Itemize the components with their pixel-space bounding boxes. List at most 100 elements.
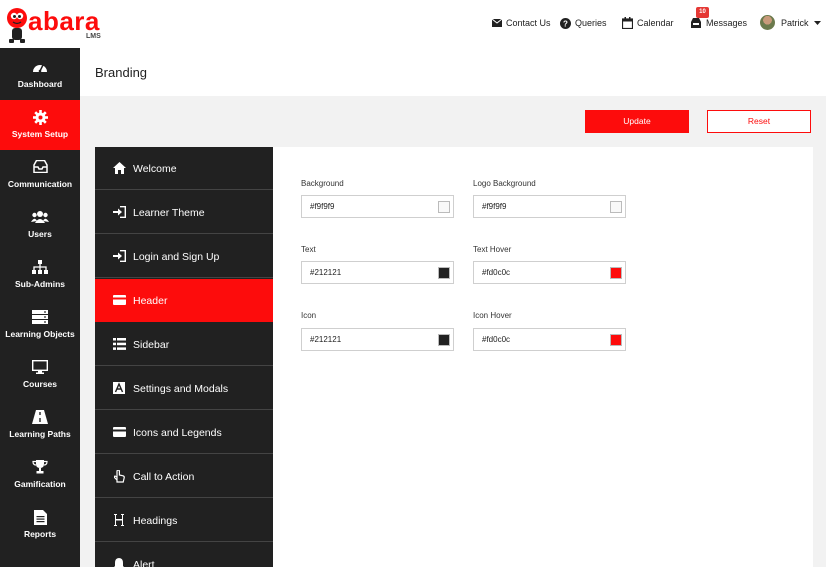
sidebar-item-label: Courses [22, 379, 57, 389]
menu-item-login-and-sign-up[interactable]: Login and Sign Up [95, 235, 273, 278]
users-icon [31, 211, 49, 223]
text-swatch[interactable] [438, 267, 450, 279]
icon-hover-swatch[interactable] [610, 334, 622, 346]
sign-in-icon [112, 250, 126, 262]
inbox-icon [691, 18, 701, 28]
icon-swatch[interactable] [438, 334, 450, 346]
sidebar-item-sub-admins[interactable]: Sub-Admins [0, 250, 80, 300]
sidebar-item-label: Learning Objects [5, 329, 75, 339]
main-sidebar: Dashboard System Setup Communication Use… [0, 48, 80, 567]
menu-item-sidebar[interactable]: Sidebar [95, 323, 273, 366]
text-hover-label: Text Hover [473, 245, 512, 254]
server-icon [32, 310, 48, 324]
dashboard-icon [33, 64, 47, 73]
contact-us-link[interactable]: Contact Us [492, 14, 551, 32]
sidebar-item-label: Sub-Admins [14, 279, 66, 289]
menu-item-label: Settings and Modals [133, 383, 229, 395]
font-icon [113, 382, 125, 394]
sidebar-item-dashboard[interactable]: Dashboard [0, 50, 80, 100]
menu-item-label: Call to Action [133, 471, 195, 483]
user-menu[interactable]: Patrick [781, 14, 821, 32]
menu-item-header[interactable]: Header [95, 279, 273, 322]
sidebar-item-label: Gamification [14, 479, 66, 489]
messages-label: Messages [706, 18, 748, 28]
icon-hover-color-input[interactable]: #fd0c0c [473, 328, 626, 351]
icon-label: Icon [301, 311, 317, 320]
text-color-input[interactable]: #212121 [301, 261, 454, 284]
sidebar-item-courses[interactable]: Courses [0, 350, 80, 400]
menu-item-call-to-action[interactable]: Call to Action [95, 455, 273, 498]
list-icon [112, 338, 126, 350]
sidebar-item-learning-objects[interactable]: Learning Objects [0, 300, 80, 350]
background-swatch[interactable] [438, 201, 450, 213]
road-icon [32, 410, 48, 424]
text-hover-value: #fd0c0c [482, 268, 511, 277]
monitor-icon [32, 360, 48, 374]
menu-item-alert[interactable]: Alert [95, 543, 273, 567]
text-hover-color-input[interactable]: #fd0c0c [473, 261, 626, 284]
header-settings-panel: Background #f9f9f9 Logo Background #f9f9… [273, 147, 813, 567]
icon-hover-value: #fd0c0c [482, 335, 511, 344]
menu-item-learner-theme[interactable]: Learner Theme [95, 191, 273, 234]
home-icon [112, 162, 126, 174]
menu-item-label: Icons and Legends [133, 427, 222, 439]
sidebar-item-gamification[interactable]: Gamification [0, 450, 80, 500]
sidebar-item-label: Learning Paths [9, 429, 71, 439]
text-value: #212121 [310, 268, 342, 277]
logo[interactable]: abara LMS [6, 4, 106, 44]
page-header: Branding [80, 48, 826, 96]
sidebar-item-label: Communication [7, 179, 73, 189]
logo-subtitle: LMS [86, 33, 101, 40]
sidebar-item-system-setup[interactable]: System Setup [0, 100, 80, 150]
logo-background-color-input[interactable]: #f9f9f9 [473, 195, 626, 218]
envelope-icon [492, 19, 502, 27]
branding-menu: Welcome Learner Theme Login and Sign Up … [95, 147, 273, 567]
update-button[interactable]: Update [585, 110, 689, 133]
calendar-link[interactable]: Calendar [622, 14, 674, 32]
background-label: Background [301, 179, 344, 188]
svg-text:?: ? [563, 19, 568, 28]
logo-background-swatch[interactable] [610, 201, 622, 213]
queries-label: Queries [575, 18, 607, 28]
heading-icon [114, 514, 124, 526]
contact-us-label: Contact Us [506, 18, 551, 28]
caret-down-icon [813, 20, 821, 25]
menu-item-label: Learner Theme [133, 207, 205, 219]
reset-button[interactable]: Reset [707, 110, 811, 133]
inbox-icon [32, 160, 48, 173]
queries-link[interactable]: ? Queries [560, 14, 607, 32]
logo-background-label: Logo Background [473, 179, 536, 188]
menu-item-headings[interactable]: Headings [95, 499, 273, 542]
sidebar-item-label: System Setup [11, 129, 69, 139]
icon-value: #212121 [310, 335, 342, 344]
menu-item-settings-and-modals[interactable]: Settings and Modals [95, 367, 273, 410]
calendar-label: Calendar [637, 18, 674, 28]
file-icon [33, 510, 47, 525]
menu-item-welcome[interactable]: Welcome [95, 147, 273, 190]
card-icon [112, 427, 126, 437]
logo-background-value: #f9f9f9 [482, 202, 507, 211]
bell-icon [113, 557, 125, 567]
menu-item-icons-and-legends[interactable]: Icons and Legends [95, 411, 273, 454]
pointer-icon [113, 469, 125, 483]
menu-item-label: Headings [133, 515, 178, 527]
sidebar-item-learning-paths[interactable]: Learning Paths [0, 400, 80, 450]
top-bar: abara LMS Contact Us ? Queries Calendar … [0, 0, 826, 48]
menu-item-label: Welcome [133, 163, 177, 175]
messages-count-badge: 10 [696, 7, 709, 18]
background-color-input[interactable]: #f9f9f9 [301, 195, 454, 218]
sidebar-item-communication[interactable]: Communication [0, 150, 80, 200]
menu-item-label: Sidebar [133, 339, 170, 351]
card-icon [112, 295, 126, 305]
sitemap-icon [32, 260, 48, 274]
text-hover-swatch[interactable] [610, 267, 622, 279]
avatar[interactable] [760, 15, 775, 30]
menu-item-label: Alert [133, 559, 155, 567]
sidebar-item-users[interactable]: Users [0, 200, 80, 250]
page-title: Branding [95, 65, 148, 80]
icon-color-input[interactable]: #212121 [301, 328, 454, 351]
user-name: Patrick [781, 18, 809, 28]
sidebar-item-reports[interactable]: Reports [0, 500, 80, 550]
sidebar-item-label: Users [28, 229, 52, 239]
sidebar-item-label: Dashboard [17, 79, 63, 89]
